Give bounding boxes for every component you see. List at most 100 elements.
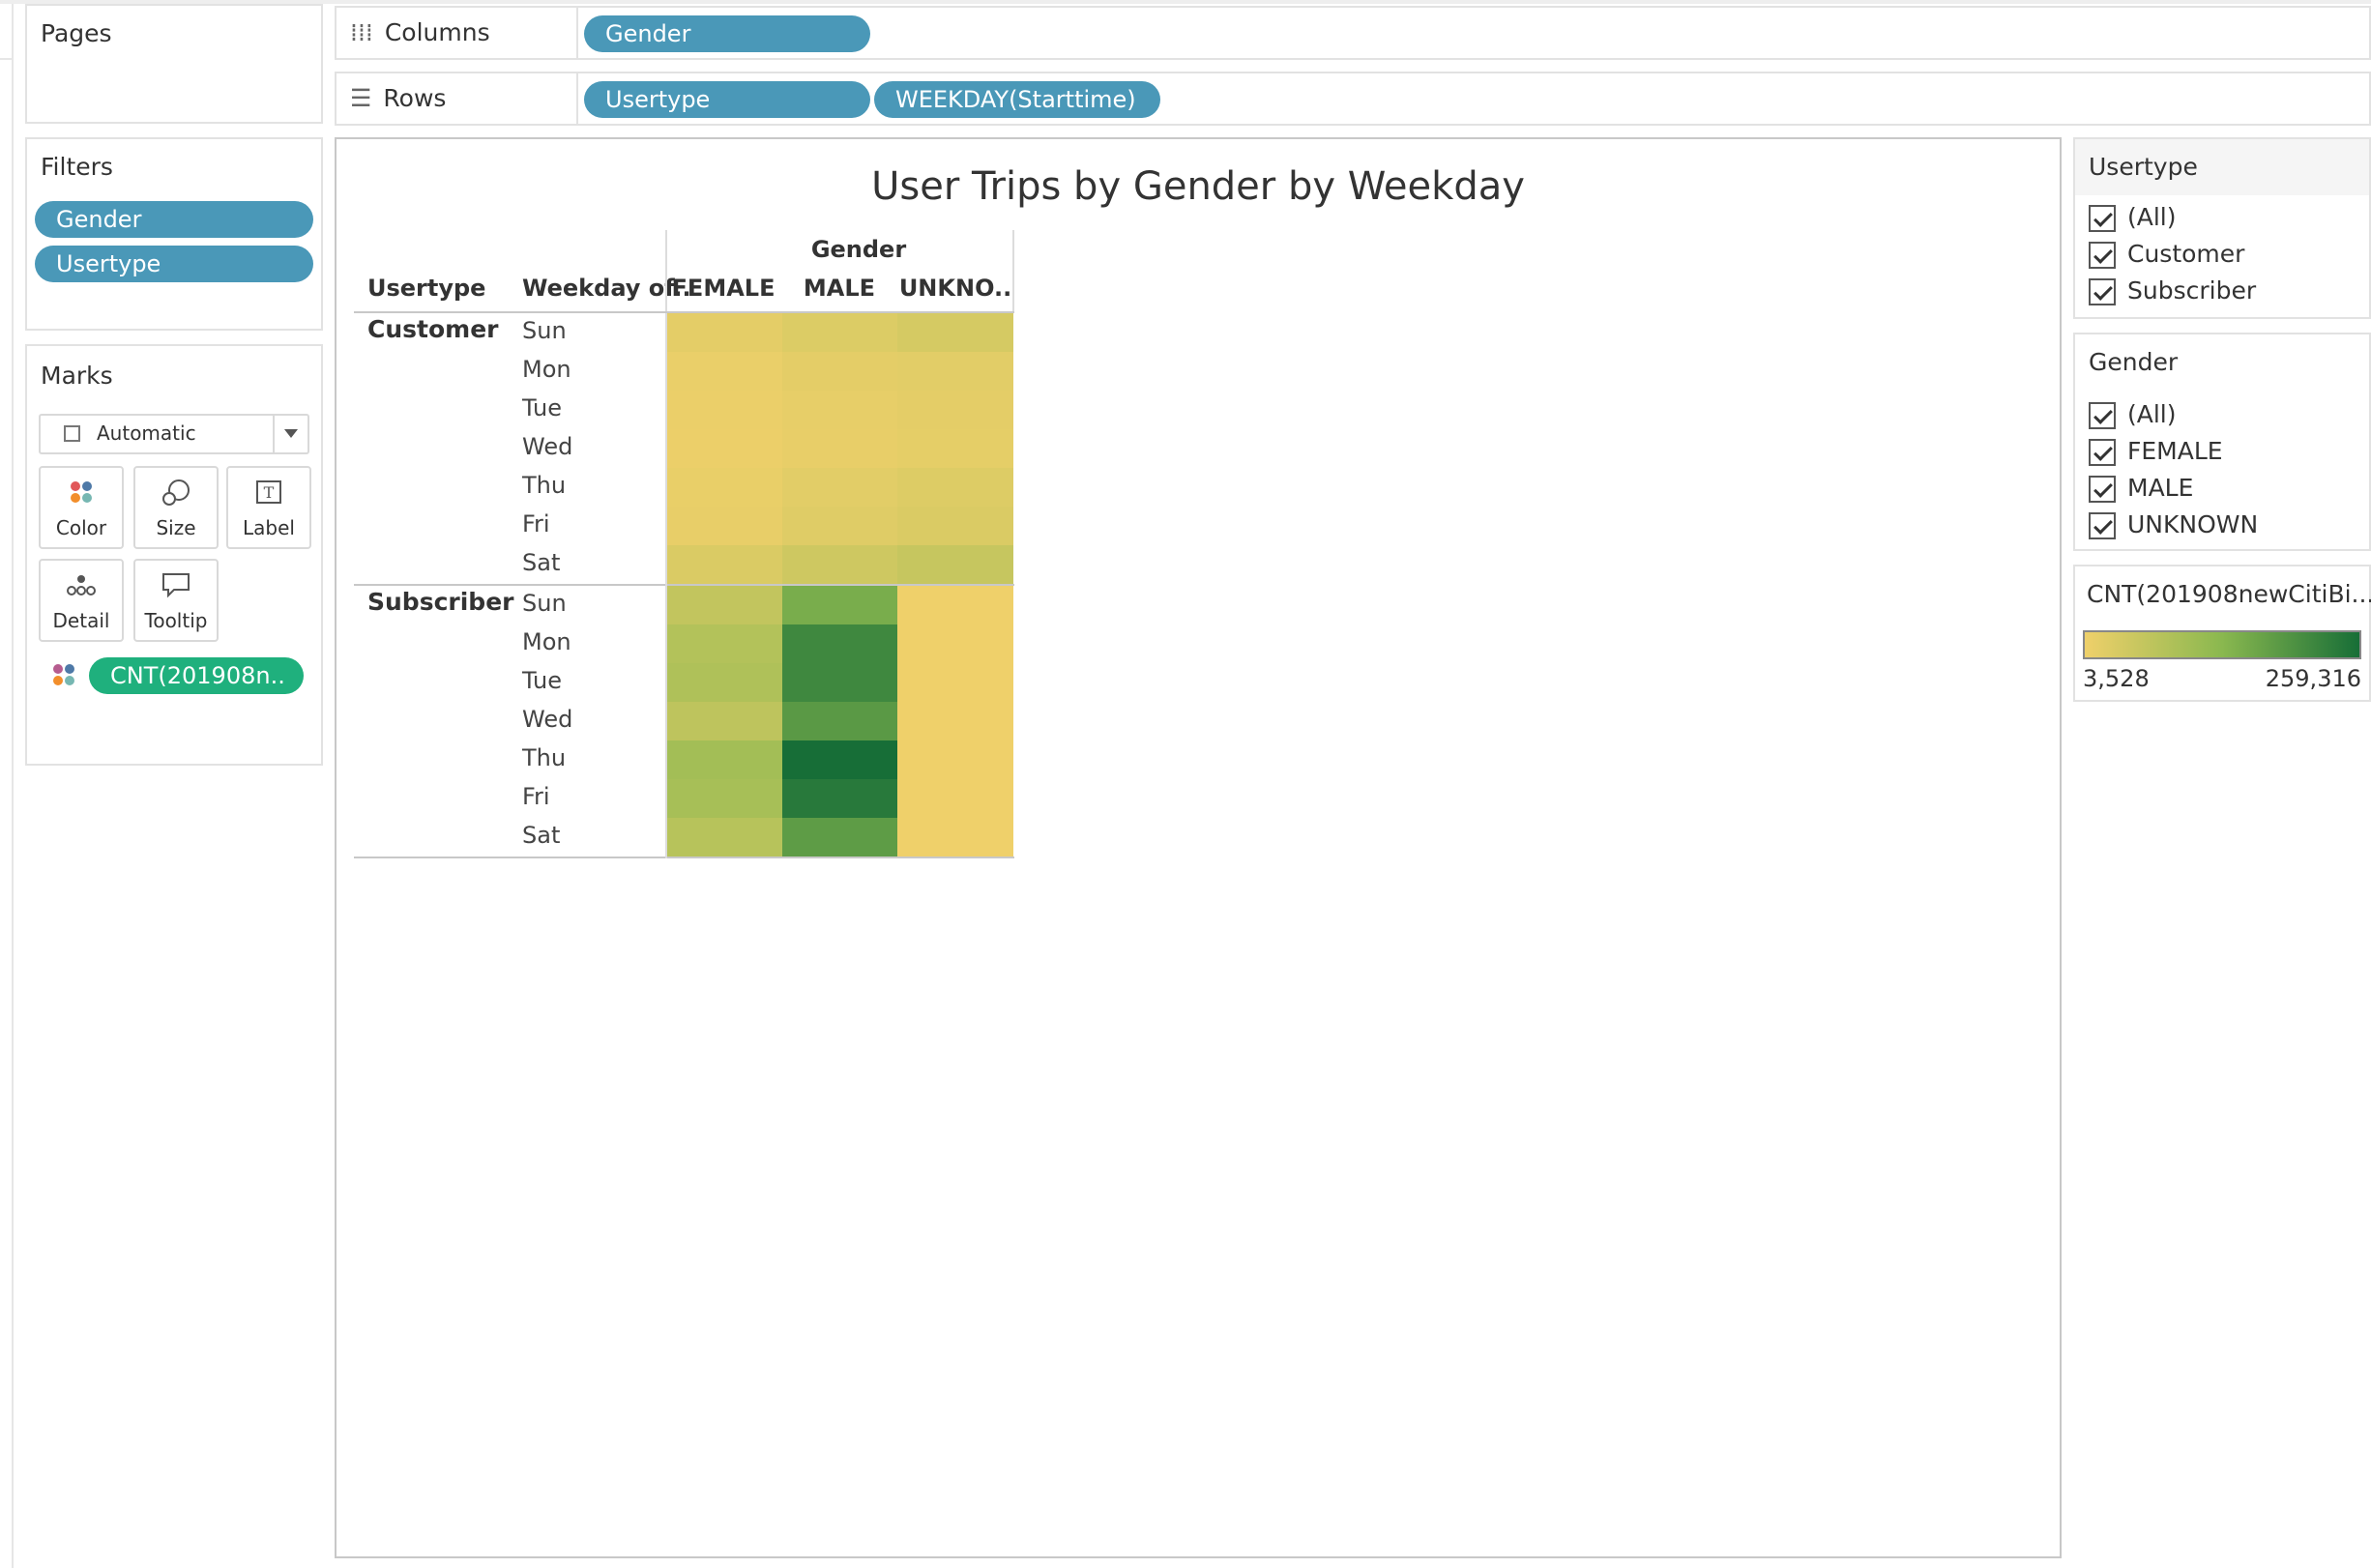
heatmap-cell[interactable] (897, 429, 1013, 468)
heatmap-cell[interactable] (897, 663, 1013, 702)
view-canvas[interactable]: User Trips by Gender by Weekday Gender U… (335, 137, 2062, 1558)
heatmap-cell[interactable] (897, 740, 1013, 779)
weekday-label: Sun (522, 317, 567, 344)
heatmap-cell[interactable] (666, 779, 782, 818)
gender-filter-title: Gender (2089, 348, 2179, 376)
label-button[interactable]: T Label (226, 466, 311, 549)
weekday-label: Thu (522, 472, 567, 499)
row-group-label: Customer (367, 315, 499, 343)
checkbox-label: FEMALE (2127, 437, 2223, 465)
heatmap-cell[interactable] (781, 429, 898, 468)
heatmap-cell[interactable] (781, 391, 898, 429)
heatmap-cell[interactable] (897, 586, 1013, 624)
checkbox-usertype-customer[interactable] (2089, 242, 2116, 269)
heatmap-cell[interactable] (897, 468, 1013, 507)
filters-card[interactable]: Filters Gender Usertype (25, 137, 323, 331)
heatmap-cell[interactable] (897, 352, 1013, 391)
row-header-divider (665, 313, 667, 858)
heatmap-cell[interactable] (666, 663, 782, 702)
filter-pill-gender[interactable]: Gender (35, 201, 313, 238)
pages-card[interactable]: Pages (25, 4, 323, 124)
heatmap-cell[interactable] (666, 586, 782, 624)
mark-type-square-icon (64, 425, 80, 442)
heatmap-cell[interactable] (897, 624, 1013, 663)
color-button[interactable]: Color (39, 466, 124, 549)
heatmap-cell[interactable] (666, 313, 782, 352)
weekday-label: Sat (522, 822, 561, 849)
heatmap-cell[interactable] (781, 624, 898, 663)
gender-filter-card[interactable]: Gender (All) FEMALE MALE UNKNOWN (2073, 333, 2371, 551)
pages-title: Pages (41, 19, 112, 47)
weekday-label: Fri (522, 510, 550, 537)
heatmap-cell[interactable] (781, 663, 898, 702)
heatmap-cell[interactable] (666, 468, 782, 507)
heatmap-cell[interactable] (897, 313, 1013, 352)
heatmap-cell[interactable] (897, 818, 1013, 857)
heatmap-cell[interactable] (781, 507, 898, 545)
usertype-filter-title: Usertype (2089, 153, 2198, 181)
heatmap-cell[interactable] (781, 586, 898, 624)
checkbox-label: Subscriber (2127, 276, 2257, 305)
color-field-pill[interactable]: CNT(201908n.. (89, 657, 304, 694)
heatmap-cell[interactable] (666, 352, 782, 391)
usertype-filter-card[interactable]: Usertype (All) Customer Subscriber (2073, 137, 2371, 319)
weekday-label: Sat (522, 549, 561, 576)
heatmap-cell[interactable] (666, 429, 782, 468)
weekday-label: Tue (522, 667, 562, 694)
heatmap-cell[interactable] (781, 740, 898, 779)
rows-pill-usertype[interactable]: Usertype (584, 81, 870, 118)
heatmap-cell[interactable] (781, 545, 898, 584)
weekday-label: Wed (522, 433, 573, 460)
heatmap-cell[interactable] (781, 352, 898, 391)
detail-button[interactable]: Detail (39, 559, 124, 642)
heatmap-cell[interactable] (666, 624, 782, 663)
columns-pill-gender[interactable]: Gender (584, 15, 870, 52)
checkbox-gender-all[interactable] (2089, 402, 2116, 429)
heatmap-cell[interactable] (897, 779, 1013, 818)
heatmap-cell[interactable] (781, 779, 898, 818)
filter-pill-usertype[interactable]: Usertype (35, 246, 313, 282)
group-divider (354, 857, 1014, 858)
size-button[interactable]: Size (133, 466, 219, 549)
chevron-down-icon (284, 429, 298, 438)
heatmap-cell[interactable] (666, 545, 782, 584)
shelf-divider (576, 73, 578, 124)
heatmap-cell[interactable] (666, 740, 782, 779)
heatmap-cell[interactable] (666, 702, 782, 740)
tooltip-button-label: Tooltip (144, 609, 208, 632)
checkbox-gender-unknown[interactable] (2089, 512, 2116, 539)
heatmap-cell[interactable] (897, 545, 1013, 584)
heatmap-cell[interactable] (781, 702, 898, 740)
checkbox-gender-male[interactable] (2089, 476, 2116, 503)
detail-dots-icon (41, 570, 122, 609)
heatmap-cell[interactable] (781, 313, 898, 352)
heatmap-cell[interactable] (666, 391, 782, 429)
columns-shelf[interactable]: ⁞⁞⁞ Columns Gender (335, 6, 2371, 60)
heatmap-cell[interactable] (897, 702, 1013, 740)
rows-shelf[interactable]: ☰ Rows Usertype WEEKDAY(Starttime) (335, 72, 2371, 126)
heatmap-cell[interactable] (897, 507, 1013, 545)
checkbox-gender-female[interactable] (2089, 439, 2116, 466)
row-group-label: Subscriber (367, 588, 514, 616)
heatmap-cell[interactable] (781, 468, 898, 507)
heatmap-cell[interactable] (666, 818, 782, 857)
heatmap-cell[interactable] (781, 818, 898, 857)
checkbox-usertype-subscriber[interactable] (2089, 278, 2116, 305)
shelf-divider (576, 8, 578, 58)
columns-shelf-label: ⁞⁞⁞ Columns (350, 9, 490, 57)
color-legend-title: CNT(201908newCitiBi... (2087, 580, 2371, 608)
weekday-label: Fri (522, 783, 550, 810)
marks-card[interactable]: Marks Automatic Color Size T Label Detai… (25, 344, 323, 766)
size-circles-icon (135, 478, 217, 516)
rows-shelf-label: ☰ Rows (350, 74, 446, 123)
weekday-label: Wed (522, 706, 573, 733)
mark-type-dropdown[interactable]: Automatic (39, 414, 309, 454)
tooltip-button[interactable]: Tooltip (133, 559, 219, 642)
heatmap: Customer Sun Mon Tue Wed Thu Fri Sat Subscriber S… (337, 139, 1303, 874)
heatmap-cell[interactable] (666, 507, 782, 545)
heatmap-cell[interactable] (897, 391, 1013, 429)
marks-title: Marks (41, 362, 113, 390)
checkbox-usertype-all[interactable] (2089, 205, 2116, 232)
color-legend-card[interactable]: CNT(201908newCitiBi... 3,528 259,316 (2073, 565, 2371, 702)
rows-pill-weekday[interactable]: WEEKDAY(Starttime) (874, 81, 1160, 118)
